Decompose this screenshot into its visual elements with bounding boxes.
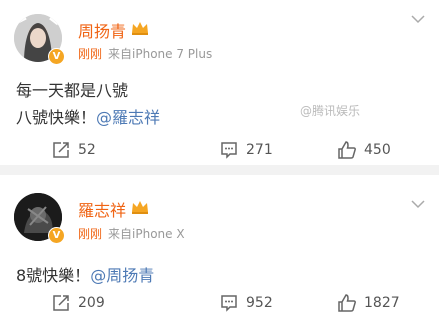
comment-button[interactable]: 271: [220, 140, 273, 160]
mention-link[interactable]: @周扬青: [90, 266, 154, 285]
post-text-line: 8號快樂！@周扬青: [16, 262, 154, 286]
post-text-line: 八號快樂！@羅志祥: [16, 104, 160, 128]
post-time: 刚刚: [78, 47, 103, 61]
post-text: 八號快樂！: [16, 108, 97, 127]
post-text-line: 每一天都是八號: [16, 81, 129, 100]
like-button[interactable]: 1827: [338, 293, 400, 313]
comment-count: 952: [246, 295, 273, 311]
chevron-down-icon[interactable]: [411, 199, 425, 209]
verified-badge-icon: V: [48, 227, 65, 244]
chevron-down-icon[interactable]: [411, 14, 425, 24]
post-source: 来自iPhone X: [108, 227, 185, 241]
post-time: 刚刚: [78, 227, 103, 241]
post-meta: 刚刚 来自iPhone X: [78, 225, 185, 242]
comment-icon: [221, 142, 237, 159]
verified-badge-icon: V: [48, 48, 65, 65]
like-count: 1827: [364, 295, 400, 311]
comment-count: 271: [246, 142, 273, 158]
like-icon: [338, 294, 356, 312]
post-meta: 刚刚 来自iPhone 7 Plus: [78, 45, 212, 62]
crown-icon: [132, 22, 148, 35]
watermark: @腾讯娱乐: [300, 104, 361, 118]
like-count: 450: [364, 142, 391, 158]
repost-button[interactable]: 209: [52, 293, 105, 313]
action-bar: 209 952 1827: [0, 293, 439, 313]
comment-icon: [221, 295, 237, 312]
repost-icon: [53, 295, 69, 311]
repost-button[interactable]: 52: [52, 140, 96, 160]
repost-icon: [53, 142, 69, 158]
username[interactable]: 周扬青: [78, 18, 126, 42]
repost-count: 52: [78, 142, 96, 158]
action-bar: 52 271 450: [0, 140, 439, 160]
username[interactable]: 羅志祥: [78, 197, 126, 221]
repost-count: 209: [78, 295, 105, 311]
crown-icon: [132, 201, 148, 214]
post-source: 来自iPhone 7 Plus: [108, 47, 213, 61]
post-text: 8號快樂！: [16, 266, 91, 285]
like-button[interactable]: 450: [338, 140, 391, 160]
like-icon: [338, 141, 356, 159]
mention-link[interactable]: @羅志祥: [96, 108, 160, 127]
weibo-post-card: V 周扬青 刚刚 来自iPhone 7 Plus 每一天都是八號 八號快樂！@羅志…: [0, 0, 439, 165]
comment-button[interactable]: 952: [220, 293, 273, 313]
weibo-post-card: V 羅志祥 刚刚 来自iPhone X 209 952 1827: [0, 175, 439, 329]
